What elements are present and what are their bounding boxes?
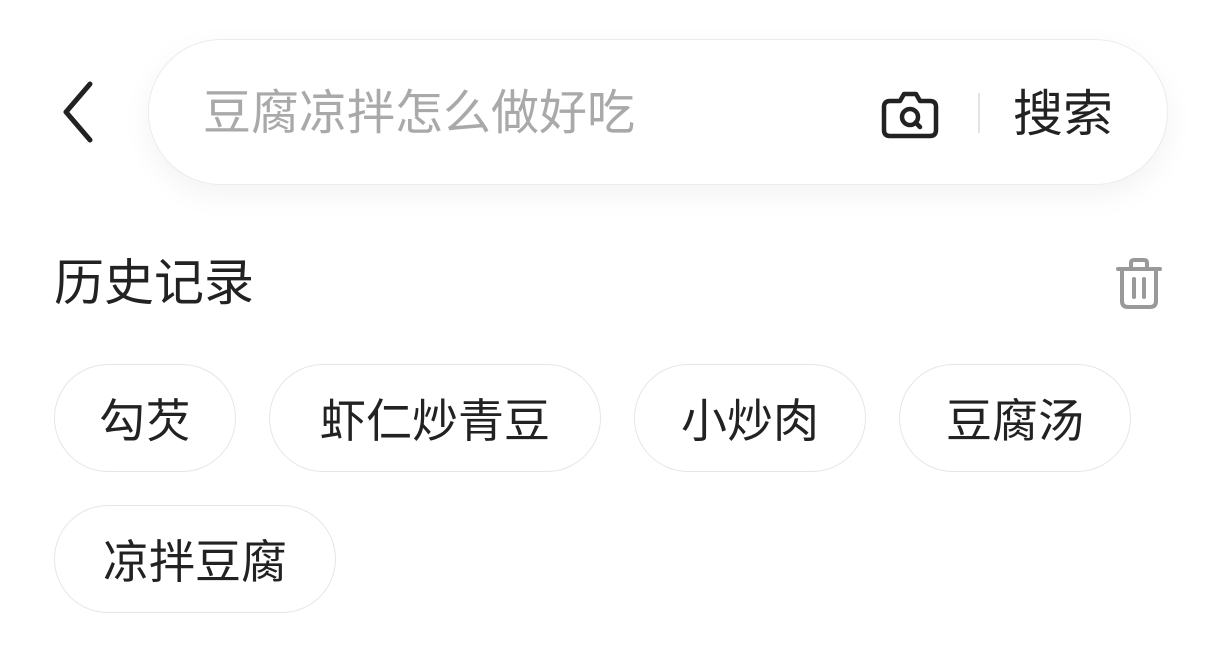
search-bar: 搜索 [148,39,1168,185]
search-divider [978,93,980,133]
back-button[interactable] [52,78,104,146]
history-chip[interactable]: 小炒肉 [634,364,866,472]
history-chip[interactable]: 豆腐汤 [899,364,1131,472]
clear-history-button[interactable] [1110,254,1168,314]
history-chip[interactable]: 虾仁炒青豆 [269,364,601,472]
camera-button[interactable] [879,85,941,143]
history-title: 历史记录 [54,254,254,312]
search-input[interactable] [203,74,843,152]
chevron-left-icon [63,81,93,143]
history-chip[interactable]: 勾芡 [54,364,236,472]
search-button[interactable]: 搜索 [1013,78,1113,150]
trash-icon [1116,258,1162,309]
history-chip[interactable]: 凉拌豆腐 [54,505,336,613]
camera-icon [881,91,939,139]
